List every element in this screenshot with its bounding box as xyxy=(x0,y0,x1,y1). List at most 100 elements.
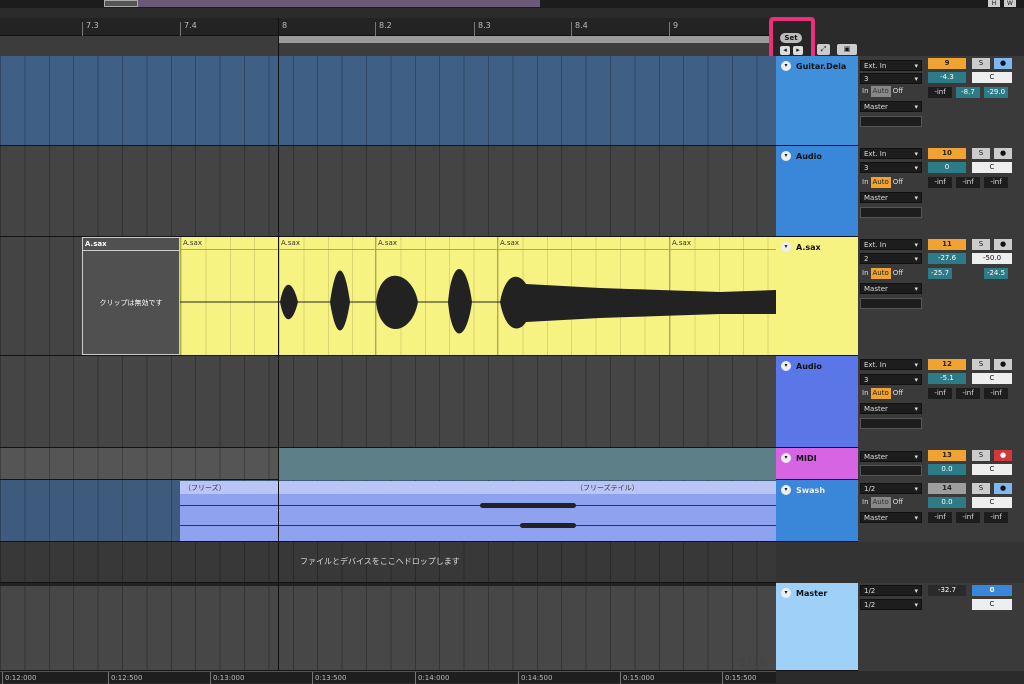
monitor-switch[interactable]: In Auto Off xyxy=(860,177,905,188)
arrow-left-icon[interactable]: ◂ xyxy=(780,46,790,55)
fold-icon[interactable]: ▾ xyxy=(781,151,791,161)
volume-field[interactable]: 0 xyxy=(928,162,966,173)
record-arm-button[interactable]: ● xyxy=(994,450,1012,461)
time-ruler[interactable]: 0:12:000 0:12:500 0:13:000 0:13:500 0:14… xyxy=(0,671,776,684)
track-lane[interactable] xyxy=(0,146,776,237)
pan-field[interactable]: C xyxy=(972,373,1012,384)
track-name[interactable]: Guitar.Dela xyxy=(796,62,846,71)
track-activator[interactable]: 10 xyxy=(928,148,966,159)
fold-icon[interactable]: ▾ xyxy=(781,242,791,252)
track-activator[interactable]: 13 xyxy=(928,450,966,461)
track-name[interactable]: Master xyxy=(796,589,827,598)
lock-icon[interactable]: ▣ xyxy=(837,44,857,55)
playhead[interactable] xyxy=(278,18,279,671)
fold-icon[interactable]: ▾ xyxy=(781,588,791,598)
input-channel-select[interactable]: 2 xyxy=(860,253,922,265)
track-header[interactable]: ▾ Swash xyxy=(776,480,858,542)
output-sub-select[interactable] xyxy=(860,418,922,429)
fold-icon[interactable]: ▾ xyxy=(781,361,791,371)
overview-viewport[interactable] xyxy=(104,0,138,7)
output-select[interactable]: Master xyxy=(860,403,922,415)
volume-field[interactable]: 0.0 xyxy=(928,497,966,508)
track-activator[interactable]: 12 xyxy=(928,359,966,370)
expand-icon[interactable]: ⤢ xyxy=(817,44,830,55)
master-header[interactable]: ▾ Master xyxy=(776,583,858,671)
master-lane[interactable] xyxy=(0,583,776,671)
output-select[interactable]: Master xyxy=(860,192,922,204)
track-name[interactable]: Audio xyxy=(796,362,822,371)
h-button[interactable]: H xyxy=(988,0,1000,7)
track-name[interactable]: Audio xyxy=(796,152,822,161)
solo-button[interactable]: S xyxy=(972,483,990,494)
output-sub-select[interactable] xyxy=(860,207,922,218)
output-sub-select[interactable] xyxy=(860,116,922,127)
pan-field[interactable]: C xyxy=(972,464,1012,475)
master-pan-field[interactable]: C xyxy=(972,599,1012,610)
track-activator[interactable]: 14 xyxy=(928,483,966,494)
track-lane[interactable] xyxy=(0,356,776,448)
track-name[interactable]: MIDI xyxy=(796,454,817,463)
input-channel-select[interactable]: 3 xyxy=(860,374,922,386)
loop-brace[interactable] xyxy=(278,36,776,43)
volume-field[interactable]: -27.6 xyxy=(928,253,966,264)
input-type-select[interactable]: Ext. In xyxy=(860,148,922,160)
track-name[interactable]: A.sax xyxy=(796,243,821,252)
record-arm-button[interactable]: ● xyxy=(994,58,1012,69)
master-input-select[interactable]: 1/2 xyxy=(860,585,922,597)
track-header[interactable]: ▾ A.sax xyxy=(776,237,858,356)
input-type-select[interactable]: Ext. In xyxy=(860,60,922,72)
solo-button[interactable]: S xyxy=(972,450,990,461)
solo-button[interactable]: S xyxy=(972,359,990,370)
record-arm-button[interactable]: ● xyxy=(994,239,1012,250)
input-type-select[interactable]: Ext. In xyxy=(860,359,922,371)
track-activator[interactable]: 9 xyxy=(928,58,966,69)
solo-button[interactable]: S xyxy=(972,148,990,159)
midi-clip[interactable] xyxy=(278,448,776,480)
solo-button[interactable]: S xyxy=(972,239,990,250)
fold-icon[interactable]: ▾ xyxy=(781,485,791,495)
overview-strip[interactable]: H W xyxy=(0,0,1024,8)
input-channel-select[interactable]: 1/2 xyxy=(860,483,922,495)
fold-icon[interactable]: ▾ xyxy=(781,61,791,71)
pan-field[interactable]: C xyxy=(972,497,1012,508)
pan-field[interactable]: C xyxy=(972,162,1012,173)
output-select[interactable]: Master xyxy=(860,283,922,295)
volume-field[interactable]: -4.3 xyxy=(928,72,966,83)
record-arm-button[interactable]: ● xyxy=(994,148,1012,159)
track-header[interactable]: ▾ Audio xyxy=(776,356,858,448)
w-button[interactable]: W xyxy=(1004,0,1016,7)
output-select[interactable]: Master xyxy=(860,101,922,113)
record-arm-button[interactable]: ● xyxy=(994,483,1012,494)
track-lane[interactable] xyxy=(0,56,776,146)
frozen-clip[interactable]: （フリーズ） （フリーズテイル） xyxy=(180,481,776,541)
disabled-clip[interactable]: A.sax クリップは無効です xyxy=(82,237,180,355)
loop-bar[interactable] xyxy=(0,36,776,56)
track-header[interactable]: ▾ Guitar.Dela xyxy=(776,56,858,146)
monitor-switch[interactable]: In Auto Off xyxy=(860,268,905,279)
arrow-right-icon[interactable]: ▸ xyxy=(793,46,803,55)
input-channel-select[interactable]: 3 xyxy=(860,162,922,174)
master-volume-field[interactable]: -32.7 xyxy=(928,585,966,596)
pan-field[interactable]: -50.0 xyxy=(972,253,1012,264)
track-activator[interactable]: 11 xyxy=(928,239,966,250)
master-cue-field[interactable]: 0 xyxy=(972,585,1012,596)
volume-field[interactable]: 0.0 xyxy=(928,464,966,475)
track-header[interactable]: ▾ Audio xyxy=(776,146,858,237)
fold-icon[interactable]: ▾ xyxy=(781,453,791,463)
output-select[interactable]: Master xyxy=(860,512,922,524)
track-header[interactable]: ▾ MIDI xyxy=(776,448,858,480)
output-select[interactable]: Master xyxy=(860,451,922,463)
monitor-switch[interactable]: In Auto Off xyxy=(860,388,905,399)
input-type-select[interactable]: Ext. In xyxy=(860,239,922,251)
volume-field[interactable]: -5.1 xyxy=(928,373,966,384)
record-arm-button[interactable]: ● xyxy=(994,359,1012,370)
beat-ruler[interactable]: 7.3 7.4 8 8.2 8.3 8.4 9 xyxy=(0,18,776,36)
input-channel-select[interactable]: 3 xyxy=(860,73,922,85)
master-output-select[interactable]: 1/2 xyxy=(860,599,922,611)
solo-button[interactable]: S xyxy=(972,58,990,69)
set-locator-button[interactable]: Set xyxy=(780,33,802,43)
track-name[interactable]: Swash xyxy=(796,486,825,495)
output-sub-select[interactable] xyxy=(860,465,922,476)
monitor-switch[interactable]: In Auto Off xyxy=(860,497,905,508)
output-sub-select[interactable] xyxy=(860,298,922,309)
